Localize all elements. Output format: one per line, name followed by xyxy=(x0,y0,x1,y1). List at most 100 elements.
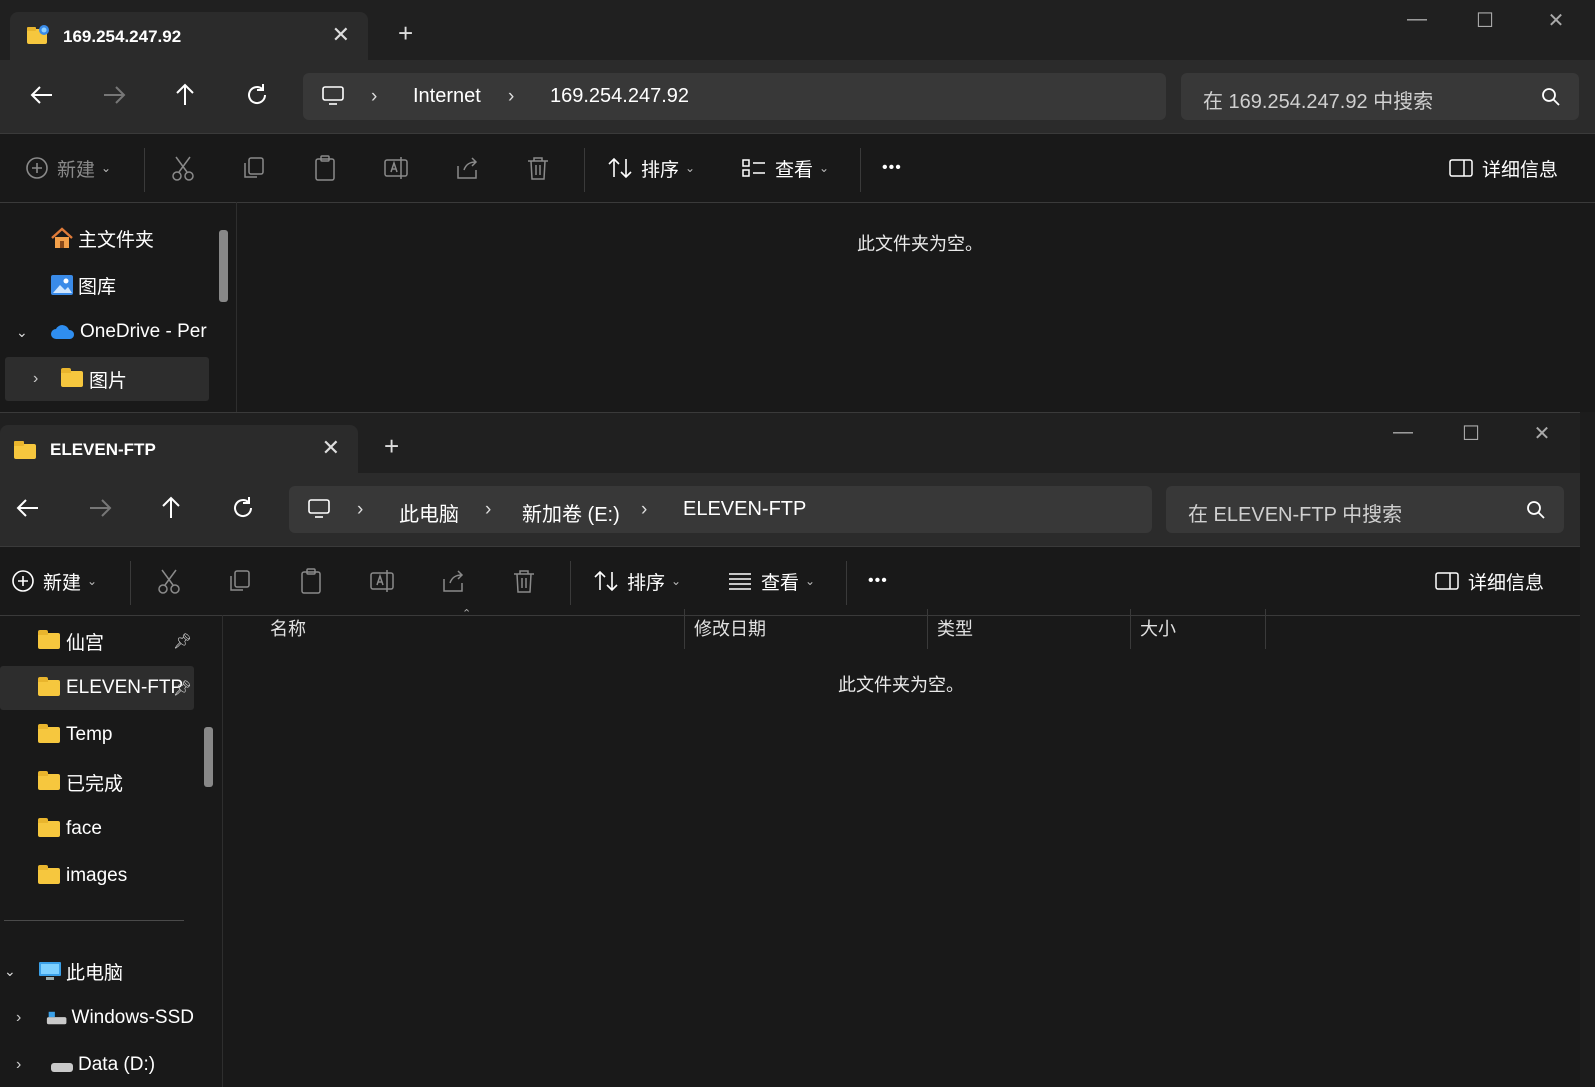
sidebar-item-pictures[interactable]: › 图片 xyxy=(5,357,209,401)
view-button[interactable]: 查看 ⌄ xyxy=(741,154,829,182)
sidebar-item-xiangong[interactable]: 仙宫 📌︎ xyxy=(38,619,192,663)
more-options-button[interactable]: ••• xyxy=(882,154,902,182)
back-arrow-icon[interactable] xyxy=(24,80,60,110)
command-bar: 新建 ⌄ 排序 ⌄ 查看 ⌄ ••• 详细信息 xyxy=(0,134,1595,203)
sidebar-item-windows-ssd[interactable]: › Windows-SSD xyxy=(16,996,194,1040)
details-button[interactable]: 详细信息 xyxy=(1434,567,1544,595)
forward-arrow-icon[interactable] xyxy=(82,493,118,523)
sidebar-item-temp[interactable]: Temp xyxy=(38,713,112,757)
network-folder-icon xyxy=(27,25,49,44)
sidebar-item-home[interactable]: 主文件夹 xyxy=(50,216,154,260)
sidebar-item-gallery[interactable]: 图库 xyxy=(50,263,116,307)
address-bar[interactable]: › Internet › 169.254.247.92 xyxy=(303,73,1166,120)
rename-icon[interactable] xyxy=(383,154,409,182)
column-header-date-modified[interactable]: 修改日期 xyxy=(694,615,766,641)
sort-label: 排序 xyxy=(641,159,680,181)
cut-icon[interactable] xyxy=(170,154,196,182)
tab-network[interactable]: 169.254.247.92 ✕ xyxy=(10,12,368,60)
refresh-icon[interactable] xyxy=(225,493,261,523)
sidebar-item-label: 图库 xyxy=(78,276,117,298)
details-pane-icon xyxy=(1449,159,1473,177)
delete-icon[interactable] xyxy=(511,567,537,595)
column-header-size[interactable]: 大小 xyxy=(1140,615,1176,641)
empty-folder-message: 此文件夹为空。 xyxy=(857,234,983,254)
sort-button[interactable]: 排序 ⌄ xyxy=(593,567,681,595)
column-header-name[interactable]: 名称 xyxy=(270,615,306,641)
cut-icon[interactable] xyxy=(156,567,182,595)
new-button[interactable]: 新建 ⌄ xyxy=(25,154,111,182)
divider xyxy=(570,561,571,605)
sort-icon xyxy=(608,157,632,179)
paste-icon[interactable] xyxy=(312,154,338,182)
sidebar-item-eleven-ftp[interactable]: ELEVEN-FTP 📌︎ xyxy=(0,666,194,710)
scrollbar-thumb[interactable] xyxy=(219,230,228,302)
sidebar-item-completed[interactable]: 已完成 xyxy=(38,760,123,804)
pin-icon[interactable]: 📌︎ xyxy=(173,632,192,650)
sidebar-item-label: 已完成 xyxy=(66,773,124,795)
sort-ascending-icon: ⌃ xyxy=(462,608,472,620)
column-divider[interactable] xyxy=(684,609,685,649)
chevron-right-icon: › xyxy=(357,499,364,520)
sidebar-item-data-d[interactable]: › Data (D:) xyxy=(16,1043,155,1087)
maximize-button[interactable]: ☐ xyxy=(1465,8,1505,33)
close-button[interactable]: ✕ xyxy=(1522,421,1562,446)
search-placeholder: 在 ELEVEN-FTP 中搜索 xyxy=(1188,504,1403,526)
column-divider[interactable] xyxy=(1130,609,1131,649)
breadcrumb-drive-e[interactable]: 新加卷 (E:) xyxy=(522,498,620,527)
delete-icon[interactable] xyxy=(525,154,551,182)
column-header-type[interactable]: 类型 xyxy=(937,615,973,641)
address-bar[interactable]: › 此电脑 › 新加卷 (E:) › ELEVEN-FTP xyxy=(289,486,1152,533)
copy-icon[interactable] xyxy=(241,154,267,182)
sort-icon xyxy=(594,570,618,592)
sidebar-item-onedrive[interactable]: ⌄ OneDrive - Per xyxy=(16,310,207,354)
pin-icon[interactable]: 📌︎ xyxy=(173,679,192,697)
new-tab-button[interactable]: + xyxy=(384,431,399,462)
search-box[interactable]: 在 ELEVEN-FTP 中搜索 xyxy=(1166,486,1564,533)
details-button[interactable]: 详细信息 xyxy=(1448,154,1558,182)
rename-icon[interactable] xyxy=(369,567,395,595)
scrollbar-thumb[interactable] xyxy=(204,727,213,787)
refresh-icon[interactable] xyxy=(239,80,275,110)
back-arrow-icon[interactable] xyxy=(10,493,46,523)
up-arrow-icon[interactable] xyxy=(167,80,203,110)
breadcrumb-eleven-ftp[interactable]: ELEVEN-FTP xyxy=(683,498,806,521)
breadcrumb-internet[interactable]: Internet xyxy=(413,85,481,108)
search-box[interactable]: 在 169.254.247.92 中搜索 xyxy=(1181,73,1579,120)
breadcrumb-this-pc[interactable]: 此电脑 xyxy=(399,498,459,527)
more-options-button[interactable]: ••• xyxy=(868,567,888,595)
view-button[interactable]: 查看 ⌄ xyxy=(727,567,815,595)
share-icon[interactable] xyxy=(440,567,466,595)
sidebar-item-images[interactable]: images xyxy=(38,854,127,898)
new-button[interactable]: 新建 ⌄ xyxy=(11,567,97,595)
drive-icon xyxy=(47,1011,67,1025)
paste-icon[interactable] xyxy=(298,567,324,595)
chevron-down-icon: ⌄ xyxy=(805,574,816,588)
chevron-down-icon: ⌄ xyxy=(16,323,28,340)
sidebar-item-this-pc[interactable]: ⌄ 此电脑 xyxy=(4,949,123,993)
share-icon[interactable] xyxy=(454,154,480,182)
navigation-pane: 主文件夹 图库 ⌄ OneDrive - Per › 图片 xyxy=(0,202,237,412)
copy-icon[interactable] xyxy=(227,567,253,595)
minimize-button[interactable]: — xyxy=(1383,421,1423,444)
plus-circle-icon xyxy=(26,157,48,179)
sidebar-item-label: images xyxy=(66,865,128,886)
sidebar-item-face[interactable]: face xyxy=(38,807,102,851)
forward-arrow-icon[interactable] xyxy=(96,80,132,110)
sort-label: 排序 xyxy=(627,572,666,594)
new-tab-button[interactable]: + xyxy=(398,18,413,49)
tab-close-button[interactable]: ✕ xyxy=(322,435,340,461)
maximize-button[interactable]: ☐ xyxy=(1451,421,1491,446)
up-arrow-icon[interactable] xyxy=(153,493,189,523)
breadcrumb-host[interactable]: 169.254.247.92 xyxy=(550,85,689,108)
column-divider[interactable] xyxy=(927,609,928,649)
close-button[interactable]: ✕ xyxy=(1536,8,1576,33)
minimize-button[interactable]: — xyxy=(1397,8,1437,31)
column-divider[interactable] xyxy=(1265,609,1266,649)
folder-icon xyxy=(38,818,60,837)
tab-eleven-ftp[interactable]: ELEVEN-FTP ✕ xyxy=(0,425,358,473)
folder-icon xyxy=(38,865,60,884)
sidebar-item-label: ELEVEN-FTP xyxy=(66,677,184,698)
tab-close-button[interactable]: ✕ xyxy=(332,22,350,48)
sort-button[interactable]: 排序 ⌄ xyxy=(607,154,695,182)
divider xyxy=(144,148,145,192)
